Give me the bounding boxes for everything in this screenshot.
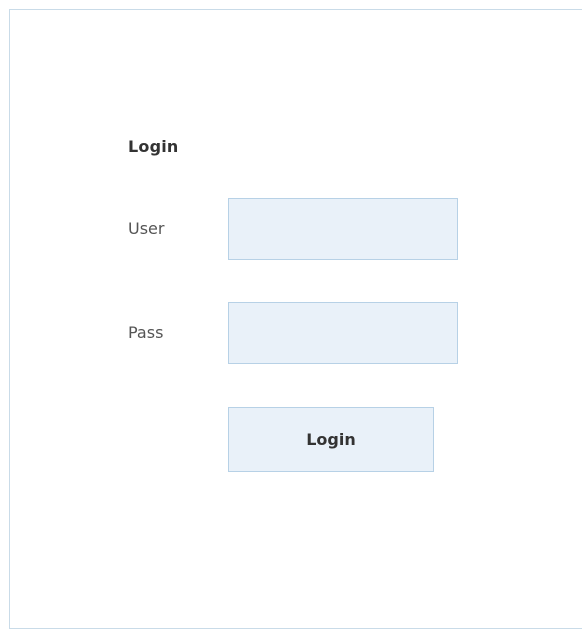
- password-input[interactable]: [228, 302, 458, 364]
- user-label: User: [128, 219, 165, 238]
- login-button[interactable]: Login: [228, 407, 434, 472]
- user-input[interactable]: [228, 198, 458, 260]
- pass-label: Pass: [128, 323, 164, 342]
- login-title: Login: [128, 137, 179, 156]
